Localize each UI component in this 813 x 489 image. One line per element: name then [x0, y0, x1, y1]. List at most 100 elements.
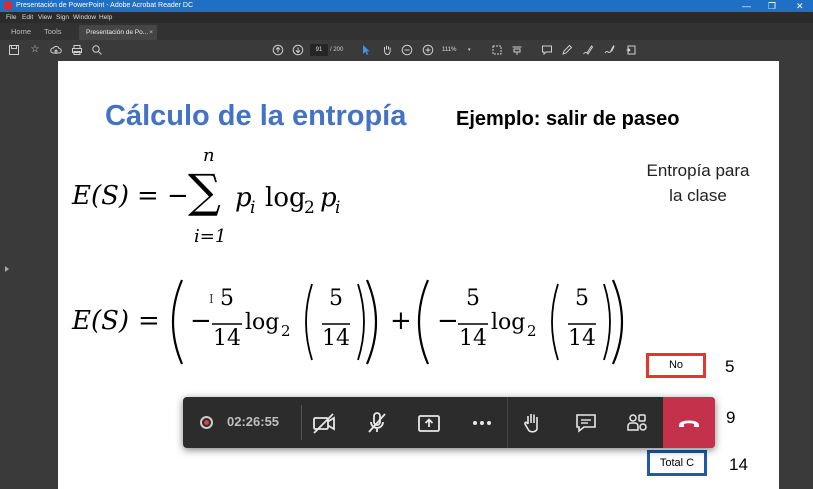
- meeting-control-bar: 02:26:55: [183, 397, 715, 448]
- window-title: Presentación de PowerPoint - Adobe Acrob…: [16, 2, 194, 9]
- phone-hangup-icon: [679, 420, 699, 427]
- page-total: / 200: [330, 47, 344, 53]
- tab-close-icon[interactable]: ×: [149, 25, 153, 40]
- expand-panel-icon[interactable]: [5, 266, 9, 272]
- fraction1-denominator: 14: [213, 326, 241, 351]
- menu-edit[interactable]: Edit: [22, 12, 33, 23]
- tab-home[interactable]: Home: [11, 23, 31, 40]
- more-options-icon: [473, 421, 491, 425]
- fraction3-numerator: 5: [466, 286, 480, 311]
- fill-sign-icon[interactable]: [603, 44, 615, 56]
- draw-icon[interactable]: [582, 44, 594, 56]
- meeting-divider-2: [507, 397, 508, 448]
- formula2-log-1: log: [245, 310, 280, 335]
- formula1-sub1: i: [250, 198, 256, 218]
- chat-icon: [576, 414, 596, 433]
- formula1-lhs: E(S): [72, 181, 130, 211]
- menubar: File Edit View Sign Window Help: [0, 12, 813, 23]
- fraction4-numerator: 5: [575, 286, 589, 311]
- select-cursor-icon[interactable]: [360, 44, 372, 56]
- menu-file[interactable]: File: [6, 12, 16, 23]
- zoom-level-select[interactable]: 111% ▾: [442, 44, 471, 56]
- page-number-input[interactable]: 91: [310, 44, 328, 56]
- text-cursor-icon: I: [209, 292, 214, 306]
- formula2-log-2: log: [491, 310, 526, 335]
- mic-off-button[interactable]: [364, 410, 390, 436]
- slide-title: Cálculo de la entropía: [105, 100, 407, 132]
- share-icon[interactable]: [625, 44, 637, 56]
- label-no-box: No: [646, 353, 706, 378]
- window-titlebar: Presentación de PowerPoint - Adobe Acrob…: [0, 0, 813, 12]
- formula2-log-base-1: 2: [281, 322, 291, 340]
- tab-document-label: Presentación de Po...: [86, 29, 149, 36]
- formula2-minus-1: −: [190, 306, 212, 336]
- more-options-button[interactable]: [469, 410, 495, 436]
- participants-button[interactable]: [624, 410, 650, 436]
- formula1-log-base: 2: [304, 198, 315, 218]
- comment-icon[interactable]: [541, 44, 553, 56]
- previous-page-icon[interactable]: [272, 44, 284, 56]
- camera-off-button[interactable]: [311, 410, 337, 436]
- search-icon[interactable]: [91, 44, 103, 56]
- next-page-icon[interactable]: [292, 44, 304, 56]
- entropy-note-line2: la clase: [669, 186, 727, 205]
- meeting-timer: 02:26:55: [227, 414, 280, 429]
- hand-tool-icon[interactable]: [381, 44, 393, 56]
- formula2-equals: =: [138, 306, 160, 336]
- fraction1-numerator: 5: [220, 286, 234, 311]
- entropy-note: Entropía para la clase: [628, 158, 768, 208]
- count-total: 14: [729, 455, 748, 474]
- share-screen-button[interactable]: [416, 410, 442, 436]
- formula2-plus: +: [390, 306, 412, 336]
- tabbar: Home Tools Presentación de Po... ×: [0, 23, 813, 40]
- outer-paren-right-1: [365, 279, 378, 365]
- inner-paren-right-2: [603, 283, 611, 361]
- upload-cloud-icon[interactable]: [50, 44, 62, 56]
- highlight-pen-icon[interactable]: [561, 44, 573, 56]
- outer-paren-right-2: [611, 279, 624, 365]
- menu-help[interactable]: Help: [99, 12, 112, 23]
- minimize-button[interactable]: —: [742, 0, 751, 12]
- entropy-note-line1: Entropía para: [646, 161, 750, 180]
- formula2-log-base-2: 2: [527, 322, 537, 340]
- hang-up-button[interactable]: [663, 397, 715, 448]
- raise-hand-icon: [524, 414, 538, 433]
- document-gutter-right: [779, 61, 813, 489]
- menu-view[interactable]: View: [38, 12, 52, 23]
- count-no: 5: [725, 357, 735, 376]
- menu-sign[interactable]: Sign: [56, 12, 69, 23]
- inner-paren-left-2: [551, 283, 559, 361]
- inner-paren-left-1: [305, 283, 313, 361]
- raise-hand-button[interactable]: [520, 410, 546, 436]
- maximize-button[interactable]: ❐: [768, 0, 776, 12]
- meeting-divider: [301, 405, 302, 440]
- bookmark-star-icon[interactable]: ☆: [29, 44, 41, 56]
- save-icon[interactable]: [8, 44, 20, 56]
- fraction2-numerator: 5: [329, 286, 343, 311]
- chat-button[interactable]: [573, 410, 599, 436]
- formula1-sigma: ∑: [188, 164, 221, 218]
- share-screen-icon: [418, 415, 440, 432]
- scroll-mode-icon[interactable]: [511, 44, 523, 56]
- fraction3-denominator: 14: [459, 326, 487, 351]
- tab-document[interactable]: Presentación de Po... ×: [79, 25, 157, 40]
- left-panel-rail: [0, 61, 14, 489]
- print-icon[interactable]: [71, 44, 83, 56]
- label-total-box: Total C: [647, 450, 707, 476]
- menu-window[interactable]: Window: [73, 12, 96, 23]
- toolbar: ☆ 91 / 200 111% ▾: [0, 40, 813, 61]
- zoom-in-icon[interactable]: [422, 44, 434, 56]
- outer-paren-left-1: [171, 279, 184, 365]
- tab-tools[interactable]: Tools: [44, 23, 62, 40]
- zoom-level-value: 111%: [442, 47, 457, 53]
- inner-paren-right-1: [357, 283, 365, 361]
- close-window-button[interactable]: ✕: [796, 0, 804, 12]
- fit-page-icon[interactable]: [491, 44, 503, 56]
- slide-subtitle: Ejemplo: salir de paseo: [456, 108, 680, 130]
- chevron-down-icon: ▾: [468, 47, 471, 53]
- mic-off-icon: [368, 412, 386, 433]
- outer-paren-left-2: [417, 279, 430, 365]
- formula1-log: log: [265, 183, 306, 213]
- zoom-out-icon[interactable]: [401, 44, 413, 56]
- fraction2-denominator: 14: [322, 326, 350, 351]
